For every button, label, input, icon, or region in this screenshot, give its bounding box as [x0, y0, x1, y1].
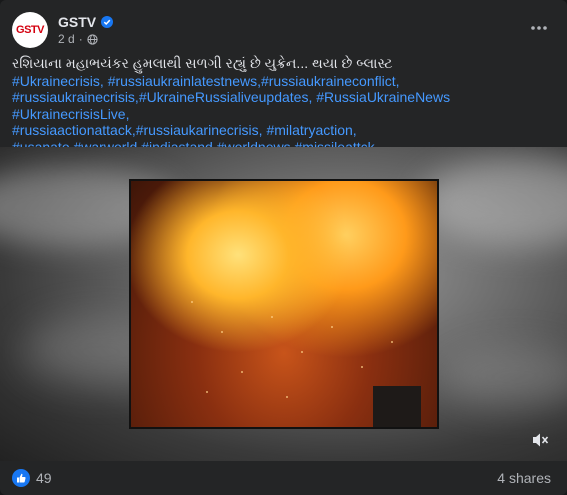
reaction-count: 49 — [36, 470, 52, 486]
globe-icon — [87, 33, 98, 45]
post-time[interactable]: 2 d — [58, 32, 75, 46]
post-header: GSTV GSTV 2 d · — [12, 10, 114, 50]
hashtag-line[interactable]: #russiaukrainecrisis,#UkraineRussialiveu… — [12, 89, 552, 122]
hashtag-line[interactable]: #russiaactionattack,#russiaukarinecrisis… — [12, 122, 552, 139]
post-headline: રશિયાના મહાભયંકર હુમલાથી સળગી રહ્યું છે … — [12, 55, 393, 71]
like-icon — [12, 469, 30, 487]
post-text: રશિયાના મહાભયંકર હુમલાથી સળગી રહ્યું છે … — [12, 55, 552, 155]
page-name[interactable]: GSTV — [58, 14, 96, 30]
smoke-cloud — [420, 157, 567, 247]
name-row: GSTV — [58, 14, 114, 30]
more-icon — [531, 26, 547, 30]
building-silhouette — [373, 386, 421, 427]
avatar-logo: GSTV — [16, 24, 44, 36]
mute-button[interactable] — [529, 429, 551, 451]
verified-icon — [101, 16, 114, 28]
hashtag-line[interactable]: #Ukrainecrisis, #russiaukrainlatestnews,… — [12, 73, 552, 90]
mute-icon — [533, 433, 549, 447]
video-player[interactable] — [0, 147, 567, 461]
post-footer: 49 4 shares — [0, 461, 567, 495]
avatar[interactable]: GSTV — [12, 12, 48, 48]
more-options-button[interactable] — [525, 14, 553, 42]
separator-dot: · — [78, 32, 83, 46]
smoke-cloud — [440, 347, 567, 407]
post-card: GSTV GSTV 2 d · રશિયાના મહાભયંકર હુમલાથી… — [0, 0, 567, 495]
share-count[interactable]: 4 shares — [497, 470, 551, 486]
time-row: 2 d · — [58, 32, 113, 46]
explosion-video-frame — [129, 179, 439, 429]
reactions-summary[interactable]: 49 — [12, 469, 52, 487]
post-meta: GSTV 2 d · — [58, 14, 114, 46]
